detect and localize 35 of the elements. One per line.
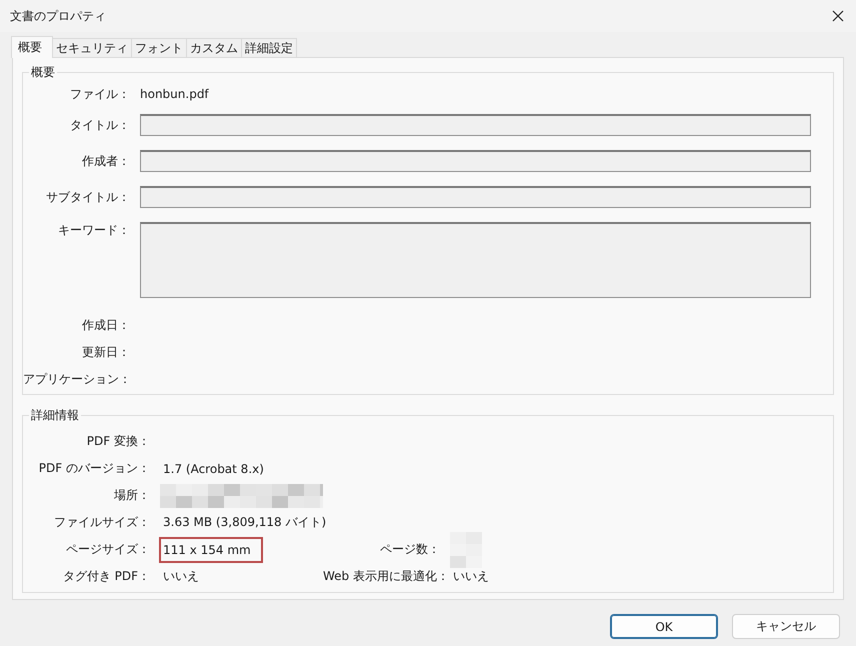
field-value: 1.7 (Acrobat 8.x) [162,460,265,478]
field-label: タグ付き PDF： [62,568,150,585]
field-label: タイトル： [69,116,130,134]
field-label: ファイルサイズ： [53,514,150,531]
field-value: 3.63 MB (3,809,118 バイト) [162,514,328,531]
field-label: 作成日： [81,316,130,334]
field-label: サブタイトル： [45,188,130,206]
window-title: 文書のプロパティ [10,8,106,24]
tab[interactable]: 詳細設定 [241,38,297,57]
text-area[interactable] [140,222,811,298]
input-field[interactable] [140,150,811,172]
field-label: アプリケーション： [23,370,130,388]
input-field[interactable] [140,186,811,208]
input-field[interactable] [140,114,811,136]
dialog-button[interactable]: キャンセル [732,614,840,639]
tab[interactable]: カスタム [186,38,242,57]
tab[interactable]: 概要 [11,36,53,58]
field-value: 111 x 154 mm [159,536,263,562]
field-label: ページサイズ： [65,541,150,558]
field-label: キーワード： [57,222,130,239]
field-label: PDF のバージョン： [38,460,150,477]
field-label: ページ数： [379,541,440,558]
field-value: いいえ [162,568,200,585]
tab[interactable]: セキュリティ [52,38,132,57]
field-label: 更新日： [81,344,130,360]
field-label: PDF 変換： [86,433,150,450]
field-value: いいえ [452,568,490,585]
field-label: 作成者： [81,152,130,170]
dialog-button[interactable]: OK [610,614,718,639]
field-label: 場所： [113,487,150,504]
close-icon[interactable] [832,10,844,22]
group-legend: 詳細情報 [29,407,81,424]
group-legend: 概要 [29,64,57,81]
field-value: honbun.pdf [140,87,209,101]
field-label: ファイル： [69,86,130,102]
